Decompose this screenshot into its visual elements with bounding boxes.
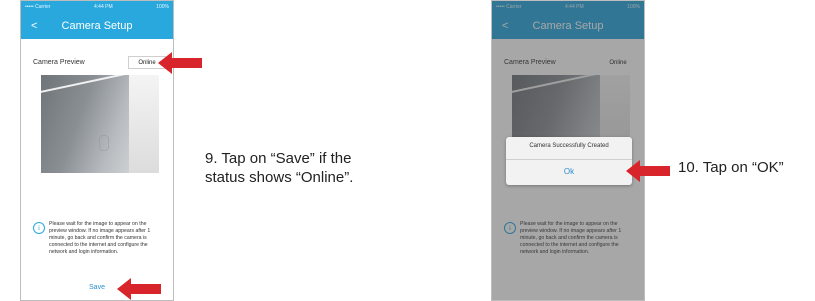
phone-screenshot-right: ••••• Carrier 4:44 PM 100% < Camera Setu… (491, 0, 645, 301)
dialog-message: Camera Successfully Created (529, 143, 609, 149)
back-chevron-icon[interactable]: < (31, 13, 37, 39)
instruction-step-9: 9. Tap on “Save” if the status shows “On… (205, 149, 353, 187)
red-arrow-icon (117, 278, 161, 300)
info-circle-icon: i (33, 222, 45, 234)
step-9-line-1: 9. Tap on “Save” if the (205, 150, 352, 167)
carrier-label: ••••• Carrier (25, 4, 51, 10)
success-dialog: Camera Successfully Created Ok (506, 137, 632, 185)
camera-preview-image (41, 75, 159, 173)
status-bar: ••••• Carrier 4:44 PM 100% (21, 1, 173, 13)
page-title: Camera Setup (61, 20, 133, 32)
red-arrow-icon (158, 52, 202, 74)
dialog-divider (506, 159, 632, 160)
preview-object (99, 135, 109, 151)
red-arrow-icon (626, 160, 670, 182)
clock-label: 4:44 PM (94, 4, 113, 10)
preview-wall (129, 75, 159, 173)
info-text: Please wait for the image to appear on t… (49, 221, 151, 255)
ok-button[interactable]: Ok (506, 167, 632, 176)
instruction-step-10: 10. Tap on “OK” (678, 159, 784, 176)
camera-preview-label: Camera Preview (33, 59, 85, 66)
battery-label: 100% (156, 4, 169, 10)
step-9-line-2: status shows “Online”. (205, 169, 354, 186)
phone-screenshot-left: ••••• Carrier 4:44 PM 100% < Camera Setu… (20, 0, 174, 301)
nav-bar: < Camera Setup (21, 13, 173, 39)
info-notice: i Please wait for the image to appear on… (33, 221, 165, 256)
